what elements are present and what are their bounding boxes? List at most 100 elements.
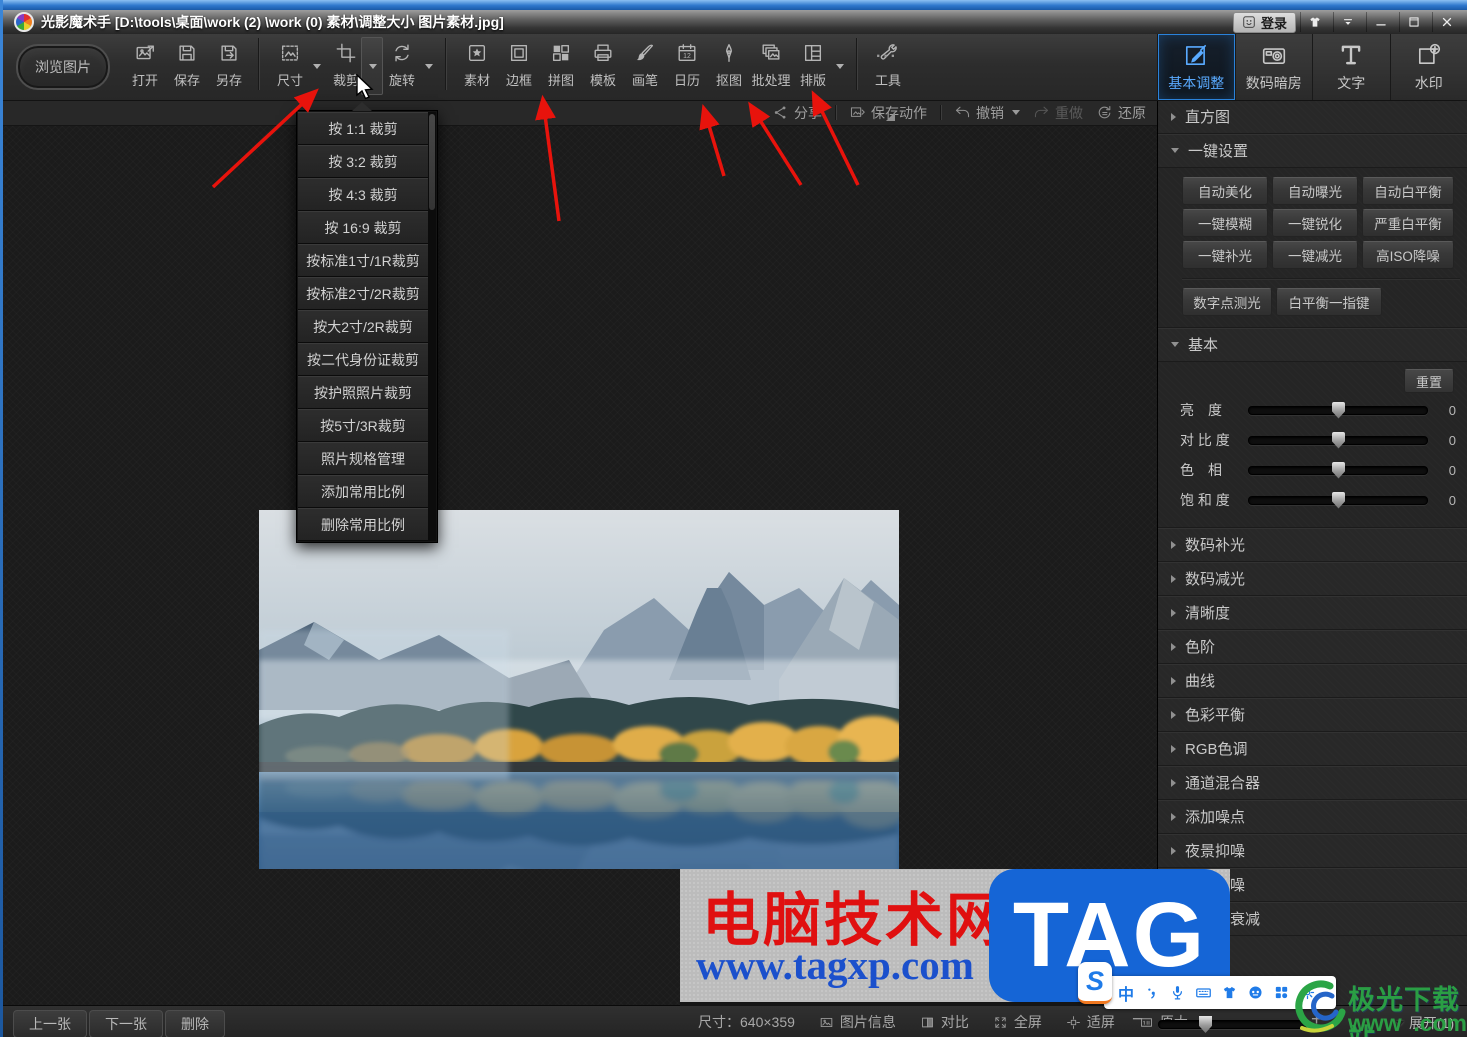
slider-track[interactable] (1248, 461, 1428, 479)
close-button[interactable] (1432, 12, 1461, 32)
crop-menu-item[interactable]: 按5寸/3R裁剪 (298, 409, 428, 442)
skin-button[interactable] (1300, 12, 1329, 32)
toolbar-button[interactable]: 尺寸 (258, 34, 321, 90)
collapsed-section[interactable]: 数码补光 (1158, 528, 1467, 562)
toolbar-button[interactable]: 排版 (792, 34, 844, 89)
toolbar-button[interactable]: 另存 (208, 34, 250, 89)
quick-adjust-button[interactable]: 数字点测光 (1182, 288, 1272, 316)
crop-menu-item[interactable]: 按护照照片裁剪 (298, 376, 428, 409)
collapsed-section[interactable]: 通道混合器 (1158, 766, 1467, 800)
quick-adjust-button[interactable]: 一键减光 (1272, 241, 1358, 269)
toolbar-button[interactable]: 素材 (445, 34, 498, 90)
zoom-in-button[interactable]: + (1311, 1009, 1322, 1031)
slider-track[interactable] (1248, 491, 1428, 509)
toolbar-button[interactable]: 旋转 (381, 34, 433, 89)
mode-tab[interactable]: 文字 (1312, 34, 1390, 100)
toolbar-button[interactable]: 画笔 (624, 34, 666, 89)
more-tools-button[interactable]: ··· (876, 48, 898, 66)
nav-button[interactable]: 下一张 (89, 1010, 163, 1037)
toolbar-button[interactable]: 裁剪 (325, 34, 383, 95)
undo-button[interactable]: 撤销 (954, 103, 1020, 123)
collapsed-section[interactable]: 添加噪点 (1158, 800, 1467, 834)
slider-thumb[interactable] (1332, 491, 1345, 509)
zoom-out-button[interactable]: − (1132, 1009, 1143, 1031)
quick-adjust-button[interactable]: 一键补光 (1182, 241, 1268, 269)
toolbar-button[interactable]: 批处理 (750, 34, 792, 89)
crop-menu-item[interactable]: 按二代身份证裁剪 (298, 343, 428, 376)
nav-button[interactable]: 上一张 (13, 1010, 87, 1037)
chevron-down-icon[interactable] (369, 64, 377, 69)
toolbar-button[interactable]: 打开 (124, 34, 166, 89)
toolbar-button[interactable]: 边框 (498, 34, 540, 89)
view-control-button[interactable]: 图片信息 (819, 1012, 896, 1032)
section-oneclick[interactable]: 一键设置 (1158, 134, 1467, 168)
toolbar-button[interactable]: 保存 (166, 34, 208, 89)
chevron-down-icon[interactable] (1012, 110, 1020, 115)
restore-button[interactable]: 还原 (1096, 103, 1146, 123)
menu-pulldown-button[interactable] (1333, 12, 1362, 32)
menu-scrollbar-thumb[interactable] (429, 114, 435, 210)
slider-thumb[interactable] (1332, 401, 1345, 419)
crop-menu-item[interactable]: 按 1:1 裁剪 (298, 112, 428, 145)
view-control-button[interactable]: 适屏 (1066, 1012, 1115, 1032)
quick-adjust-button[interactable]: 自动白平衡 (1362, 177, 1454, 205)
comma-icon[interactable] (1143, 984, 1160, 1001)
shirt-icon[interactable] (1221, 984, 1238, 1001)
quick-adjust-button[interactable]: 一键模糊 (1182, 209, 1268, 237)
chevron-down-icon[interactable] (836, 64, 844, 69)
robot-icon[interactable] (1247, 984, 1264, 1001)
quick-adjust-button[interactable]: 一键锐化 (1272, 209, 1358, 237)
slider-thumb[interactable] (1332, 461, 1345, 479)
mode-tab[interactable]: 水印 (1389, 34, 1467, 100)
grid-icon[interactable] (1273, 984, 1290, 1001)
collapsed-section[interactable]: 夜景抑噪 (1158, 834, 1467, 868)
crop-menu-item[interactable]: 添加常用比例 (298, 475, 428, 508)
crop-menu-item[interactable]: 按 3:2 裁剪 (298, 145, 428, 178)
gear-icon[interactable] (1299, 984, 1316, 1001)
quick-adjust-button[interactable]: 白平衡一指键 (1276, 288, 1382, 316)
quick-adjust-button[interactable]: 高ISO降噪 (1362, 241, 1454, 269)
collapsed-section[interactable]: 色彩平衡 (1158, 698, 1467, 732)
slider-track[interactable] (1248, 431, 1428, 449)
expand-button[interactable]: 展开(1) (1396, 1013, 1454, 1033)
collapsed-section[interactable]: 曲线 (1158, 664, 1467, 698)
chevron-down-icon[interactable] (313, 64, 321, 69)
minimize-button[interactable] (1366, 12, 1395, 32)
quick-adjust-button[interactable]: 自动美化 (1182, 177, 1268, 205)
quick-adjust-button[interactable]: 自动曝光 (1272, 177, 1358, 205)
collapsed-section[interactable]: 数码减光 (1158, 562, 1467, 596)
mode-tab[interactable]: 数码暗房 (1234, 34, 1312, 100)
login-button[interactable]: 登录 (1232, 11, 1296, 33)
crop-menu-item[interactable]: 按 4:3 裁剪 (298, 178, 428, 211)
keyboard-icon[interactable] (1195, 984, 1212, 1001)
maximize-button[interactable] (1399, 12, 1428, 32)
nav-button[interactable]: 删除 (165, 1010, 225, 1037)
collapsed-section[interactable]: 清晰度 (1158, 596, 1467, 630)
zoom-slider[interactable] (1158, 1016, 1308, 1033)
menu-scrollbar[interactable] (428, 112, 436, 541)
photo-image[interactable] (259, 510, 910, 869)
toolbar-button[interactable]: 模板 (582, 34, 624, 89)
zoom-slider-thumb[interactable] (1199, 1016, 1212, 1033)
crop-menu-item[interactable]: 照片规格管理 (298, 442, 428, 475)
browse-images-button[interactable]: 浏览图片 (16, 44, 110, 90)
view-control-button[interactable]: 全屏 (993, 1012, 1042, 1032)
slider-track[interactable] (1248, 401, 1428, 419)
redo-button[interactable]: 重做 (1033, 103, 1083, 123)
slider-thumb[interactable] (1332, 431, 1345, 449)
toolbar-expand-corner[interactable] (886, 112, 895, 121)
ime-logo-icon[interactable]: S (1078, 962, 1112, 1004)
section-basic[interactable]: 基本 (1158, 328, 1467, 362)
collapsed-section[interactable]: 色阶 (1158, 630, 1467, 664)
crop-menu-item[interactable]: 按标准1寸/1R裁剪 (298, 244, 428, 277)
crop-menu-item[interactable]: 按大2寸/2R裁剪 (298, 310, 428, 343)
ime-language-toggle[interactable]: 中 (1118, 981, 1134, 1005)
quick-adjust-button[interactable]: 严重白平衡 (1362, 209, 1454, 237)
crop-menu-item[interactable]: 按标准2寸/2R裁剪 (298, 277, 428, 310)
crop-menu-item[interactable]: 按 16:9 裁剪 (298, 211, 428, 244)
toolbar-button[interactable]: 拼图 (540, 34, 582, 89)
chevron-down-icon[interactable] (425, 64, 433, 69)
share-button[interactable]: 分享 (772, 103, 822, 123)
mic-icon[interactable] (1169, 984, 1186, 1001)
view-control-button[interactable]: 对比 (920, 1012, 969, 1032)
